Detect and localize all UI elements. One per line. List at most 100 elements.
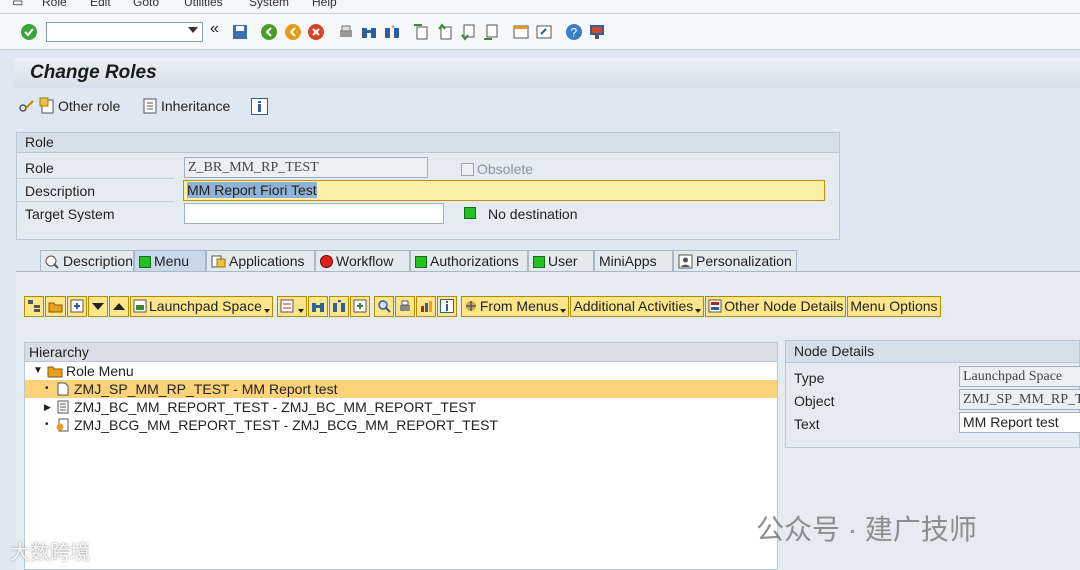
tab-menu[interactable]: Menu (134, 250, 206, 272)
find-icon[interactable] (360, 23, 378, 41)
menu-utilities[interactable]: Utilities (184, 0, 223, 9)
chevron-down-icon[interactable] (188, 27, 198, 33)
menu-options-button[interactable]: Menu Options (847, 295, 941, 317)
status-light-icon (320, 255, 333, 268)
insert-node-icon (280, 299, 294, 313)
next-page-icon[interactable] (459, 23, 477, 41)
other-object-icon (39, 97, 54, 114)
tab-personalization[interactable]: Personalization (673, 250, 797, 272)
find-next-button[interactable] (328, 295, 349, 317)
node-text-row: Text MM Report test (786, 412, 1080, 434)
document-icon (57, 382, 69, 396)
other-node-details-button[interactable]: Other Node Details (705, 295, 847, 317)
last-page-icon[interactable] (482, 23, 500, 41)
tree-node[interactable]: • ZMJ_SP_MM_RP_TEST - MM Report test (25, 380, 777, 398)
folder-button[interactable] (45, 295, 66, 317)
other-role-label: Other role (58, 98, 121, 114)
tab-authorizations[interactable]: Authorizations (410, 250, 528, 272)
obsolete-label: Obsolete (477, 161, 534, 177)
target-system-field[interactable] (184, 203, 444, 224)
node-details-panel: Node Details Type Launchpad Space Object… (785, 340, 1080, 448)
cancel-icon[interactable] (307, 23, 325, 41)
tab-user[interactable]: User (528, 250, 594, 272)
tree-node-label: ZMJ_SP_MM_RP_TEST - MM Report test (74, 381, 338, 397)
description-value: MM Report Fiori Test (187, 182, 317, 198)
expand-arrow-icon[interactable]: ▼ (33, 362, 43, 380)
hierarchy-tree: Hierarchy ▼ Role Menu • ZMJ_SP_MM_RP_TES… (24, 342, 778, 570)
move-up-button[interactable] (109, 295, 129, 317)
inheritance-label: Inheritance (161, 98, 231, 114)
dropdown-arrow-icon (263, 309, 270, 313)
previous-page-icon[interactable] (436, 23, 454, 41)
exit-icon[interactable] (284, 23, 302, 41)
first-page-icon[interactable] (412, 23, 430, 41)
back-icon[interactable] (260, 23, 278, 41)
menu-edit[interactable]: Edit (90, 0, 111, 9)
tree-node[interactable]: • ZMJ_BCG_MM_REPORT_TEST - ZMJ_BCG_MM_RE… (25, 416, 777, 434)
find-button[interactable] (307, 295, 328, 317)
group-icon (56, 418, 69, 432)
tab-miniapps[interactable]: MiniApps (594, 250, 673, 272)
menu-role[interactable]: Role (42, 0, 67, 9)
tab-workflow[interactable]: Workflow (315, 250, 410, 272)
role-field[interactable]: Z_BR_MM_RP_TEST (184, 157, 428, 178)
chart-icon (420, 301, 432, 312)
enter-icon[interactable] (20, 23, 38, 41)
description-field[interactable]: MM Report Fiori Test (183, 180, 825, 201)
tab-applications[interactable]: Applications (206, 250, 315, 272)
transaction-button[interactable] (67, 295, 87, 317)
bullet-icon: • (45, 419, 49, 430)
node-details-header: Node Details (786, 341, 1079, 363)
personalization-icon (678, 254, 693, 269)
insert-node-button[interactable] (276, 295, 307, 317)
shortcut-icon[interactable] (535, 23, 553, 41)
new-session-icon[interactable] (512, 23, 530, 41)
obsolete-checkbox[interactable]: Obsolete (461, 161, 533, 177)
menu-goto[interactable]: Goto (133, 0, 159, 9)
tab-description[interactable]: Description (40, 250, 134, 272)
expand-button[interactable] (349, 295, 370, 317)
type-label: Type (794, 370, 825, 386)
chart-button[interactable] (415, 295, 436, 317)
additional-activities-button[interactable]: Additional Activities (570, 295, 705, 317)
other-role-button[interactable]: Other role (39, 96, 120, 116)
from-menus-button[interactable]: From Menus (460, 295, 570, 317)
menu-system[interactable]: System (249, 0, 289, 9)
applications-icon (211, 255, 226, 268)
target-system-label: Target System (25, 206, 115, 222)
text-field[interactable]: MM Report test (959, 412, 1080, 433)
menu-system-icon[interactable]: ▭ (12, 0, 23, 9)
tab-label: Description (62, 253, 133, 269)
tree-root[interactable]: ▼ Role Menu (25, 362, 777, 380)
move-down-button[interactable] (88, 295, 108, 317)
customize-layout-icon[interactable] (588, 23, 606, 41)
text-label: Text (794, 416, 820, 432)
help-icon[interactable]: ? (565, 23, 583, 41)
print-icon[interactable] (337, 23, 355, 41)
expand-arrow-icon[interactable]: ▶ (44, 398, 51, 416)
create-folder-button[interactable] (24, 295, 44, 317)
tree-icon (28, 300, 40, 312)
zoom-button[interactable] (373, 295, 394, 317)
find-next-icon[interactable]: + (383, 23, 401, 41)
info-button[interactable] (436, 295, 457, 317)
save-icon[interactable] (231, 23, 249, 41)
tab-label: Applications (229, 253, 305, 269)
collapse-icon[interactable]: « (210, 20, 228, 38)
type-field[interactable]: Launchpad Space (959, 366, 1080, 387)
find-icon (311, 303, 324, 312)
launchpad-space-button[interactable]: Launchpad Space (130, 295, 273, 317)
command-field[interactable] (46, 22, 203, 42)
print-button[interactable] (394, 295, 415, 317)
tab-label: Authorizations (430, 253, 519, 269)
info-button[interactable] (251, 96, 268, 116)
menu-help[interactable]: Help (312, 0, 337, 9)
node-type-row: Type Launchpad Space (786, 366, 1080, 388)
launchpad-icon (133, 299, 147, 313)
page-title: Change Roles (30, 62, 157, 83)
tree-node[interactable]: ▶ ZMJ_BC_MM_REPORT_TEST - ZMJ_BC_MM_REPO… (25, 398, 777, 416)
divider (17, 201, 174, 202)
inheritance-button[interactable]: Inheritance (142, 96, 230, 116)
object-field[interactable]: ZMJ_SP_MM_RP_TEST (959, 389, 1080, 410)
display-change-button[interactable] (18, 96, 36, 116)
